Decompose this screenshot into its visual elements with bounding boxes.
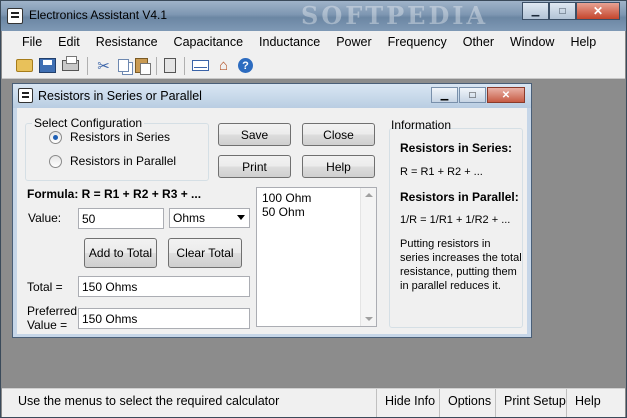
menu-edit[interactable]: Edit	[50, 31, 88, 53]
main-window: Electronics Assistant V4.1 SOFTPEDIA ▁ □…	[0, 0, 627, 418]
print-button[interactable]: Print	[218, 155, 291, 178]
scroll-up-icon[interactable]	[365, 193, 373, 197]
minimize-button[interactable]: ▁	[522, 2, 549, 20]
preferred-value-field: 150 Ohms	[78, 308, 250, 329]
paste-icon[interactable]	[135, 58, 151, 75]
dialog-body: Select Configuration Resistors in Series…	[17, 108, 527, 334]
maximize-button[interactable]: □	[549, 2, 576, 20]
status-message: Use the menus to select the required cal…	[18, 394, 280, 408]
window-title: Electronics Assistant V4.1	[29, 8, 168, 22]
parallel-heading: Resistors in Parallel:	[400, 190, 519, 204]
value-input[interactable]: 50	[78, 208, 164, 229]
total-field: 150 Ohms	[78, 276, 250, 297]
dialog-title: Resistors in Series or Parallel	[38, 89, 202, 103]
resistor-list[interactable]: 100 Ohm 50 Ohm	[256, 187, 377, 327]
save-button[interactable]: Save	[218, 123, 291, 146]
watermark: SOFTPEDIA	[301, 1, 489, 30]
status-help[interactable]: Help	[566, 389, 601, 417]
list-item[interactable]: 100 Ohm	[257, 191, 376, 205]
open-folder-icon[interactable]	[16, 59, 33, 72]
series-formula: R = R1 + R2 + ...	[400, 166, 483, 178]
menu-power[interactable]: Power	[328, 31, 379, 53]
menu-file[interactable]: File	[14, 31, 50, 53]
status-hide-info[interactable]: Hide Info	[376, 389, 435, 417]
app-icon[interactable]	[7, 8, 23, 24]
dialog-close-button[interactable]: ✕	[487, 87, 525, 103]
close-button[interactable]: ✕	[576, 2, 620, 20]
dialog-minimize-button[interactable]: ▁	[431, 87, 458, 103]
menu-window[interactable]: Window	[502, 31, 562, 53]
email-icon[interactable]	[192, 60, 209, 71]
dialog-icon[interactable]	[18, 88, 33, 103]
clear-total-button[interactable]: Clear Total	[168, 238, 242, 268]
save-icon[interactable]	[39, 58, 56, 73]
toolbar-separator	[156, 56, 157, 75]
print-icon[interactable]	[62, 56, 79, 71]
toolbar-separator	[184, 56, 185, 75]
toolbar-separator	[87, 56, 88, 75]
help-button[interactable]: Help	[302, 155, 375, 178]
radio-series-indicator[interactable]	[49, 130, 62, 144]
list-item[interactable]: 50 Ohm	[257, 205, 376, 219]
radio-parallel-label: Resistors in Parallel	[70, 154, 177, 168]
preferred-label-line-2: Value =	[27, 318, 68, 332]
toolbar: ✂ ⌂ ?	[2, 53, 625, 79]
value-label: Value:	[28, 211, 62, 225]
preferred-label: Preferred	[27, 304, 78, 318]
menu-other[interactable]: Other	[455, 31, 502, 53]
resistors-dialog: Resistors in Series or Parallel ▁ □ ✕ Se…	[12, 83, 532, 338]
menu-inductance[interactable]: Inductance	[251, 31, 328, 53]
total-label: Total =	[27, 280, 63, 294]
info-note: Putting resistors in series increases th…	[400, 238, 522, 292]
series-heading: Resistors in Series:	[400, 141, 513, 155]
copy-icon[interactable]	[118, 59, 129, 72]
menu-frequency[interactable]: Frequency	[380, 31, 455, 53]
dialog-title-bar: Resistors in Series or Parallel ▁ □ ✕	[13, 84, 531, 108]
menu-help[interactable]: Help	[562, 31, 604, 53]
status-bar: Use the menus to select the required cal…	[2, 388, 625, 417]
menu-bar: File Edit Resistance Capacitance Inducta…	[2, 31, 625, 53]
list-scrollbar[interactable]	[360, 188, 376, 326]
scroll-down-icon[interactable]	[365, 317, 373, 321]
info-legend: Information	[391, 118, 452, 132]
calculator-icon[interactable]	[164, 58, 176, 73]
config-legend: Select Configuration	[32, 116, 145, 130]
radio-parallel-indicator[interactable]	[49, 154, 62, 168]
status-options[interactable]: Options	[439, 389, 491, 417]
chevron-down-icon[interactable]	[237, 215, 245, 220]
unit-select[interactable]: Ohms	[169, 208, 250, 228]
close-dialog-button[interactable]: Close	[302, 123, 375, 146]
menu-resistance[interactable]: Resistance	[88, 31, 166, 53]
formula-text: Formula: R = R1 + R2 + R3 + ...	[27, 187, 202, 201]
title-bar: Electronics Assistant V4.1 SOFTPEDIA ▁ □…	[1, 1, 626, 31]
cut-icon[interactable]: ✂	[95, 57, 112, 75]
radio-series[interactable]: Resistors in Series	[49, 130, 170, 144]
info-groupbox: Resistors in Series: R = R1 + R2 + ... R…	[389, 128, 523, 328]
radio-parallel[interactable]: Resistors in Parallel	[49, 154, 176, 168]
add-to-total-button[interactable]: Add to Total	[84, 238, 157, 268]
menu-capacitance[interactable]: Capacitance	[166, 31, 252, 53]
home-icon[interactable]: ⌂	[215, 57, 232, 74]
parallel-formula: 1/R = 1/R1 + 1/R2 + ...	[400, 214, 511, 226]
help-icon[interactable]: ?	[238, 58, 253, 73]
dialog-restore-button[interactable]: □	[459, 87, 486, 103]
radio-series-label: Resistors in Series	[70, 130, 171, 144]
unit-select-value: Ohms	[173, 211, 206, 225]
status-print-setup[interactable]: Print Setup	[495, 389, 566, 417]
